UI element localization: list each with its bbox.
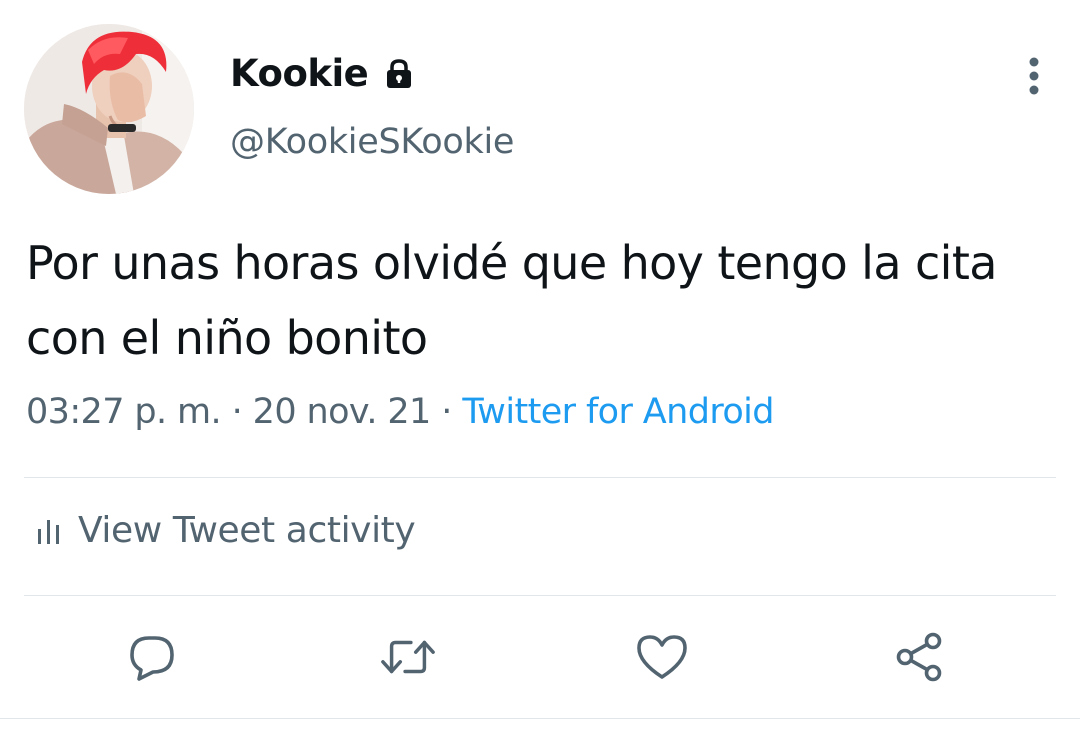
profile-photo [24, 24, 194, 194]
retweet-button[interactable] [380, 629, 436, 685]
tweet-source-link[interactable]: Twitter for Android [462, 392, 774, 432]
share-button[interactable] [892, 629, 948, 685]
tweet-date[interactable]: 20 nov. 21 [253, 392, 432, 432]
reply-button[interactable] [124, 629, 180, 685]
like-button[interactable] [634, 629, 690, 685]
view-tweet-activity-button[interactable]: View Tweet activity [36, 510, 416, 551]
tweet-meta: 03:27 p. m. · 20 nov. 21 · Twitter for A… [26, 392, 775, 432]
meta-separator: · [441, 392, 452, 432]
author-handle[interactable]: @KookieSKookie [230, 122, 514, 162]
avatar[interactable] [24, 24, 194, 194]
bar-chart-icon [38, 519, 59, 544]
author-name-row: Kookie [230, 52, 416, 95]
more-options-button[interactable] [1012, 52, 1056, 100]
meta-separator: · [231, 392, 243, 432]
tweet-text: Por unas horas olvidé que hoy tengo la c… [26, 236, 997, 365]
tweet-time[interactable]: 03:27 p. m. [26, 392, 222, 432]
share-icon [896, 632, 942, 682]
reply-icon [130, 636, 174, 681]
divider [0, 718, 1080, 719]
divider [24, 477, 1056, 478]
divider [24, 595, 1056, 596]
lock-icon [382, 57, 416, 91]
view-tweet-activity-label: View Tweet activity [78, 510, 416, 551]
more-vertical-icon [1029, 57, 1039, 95]
display-name[interactable]: Kookie [230, 52, 369, 95]
retweet-icon [381, 640, 435, 674]
heart-icon [637, 635, 687, 679]
